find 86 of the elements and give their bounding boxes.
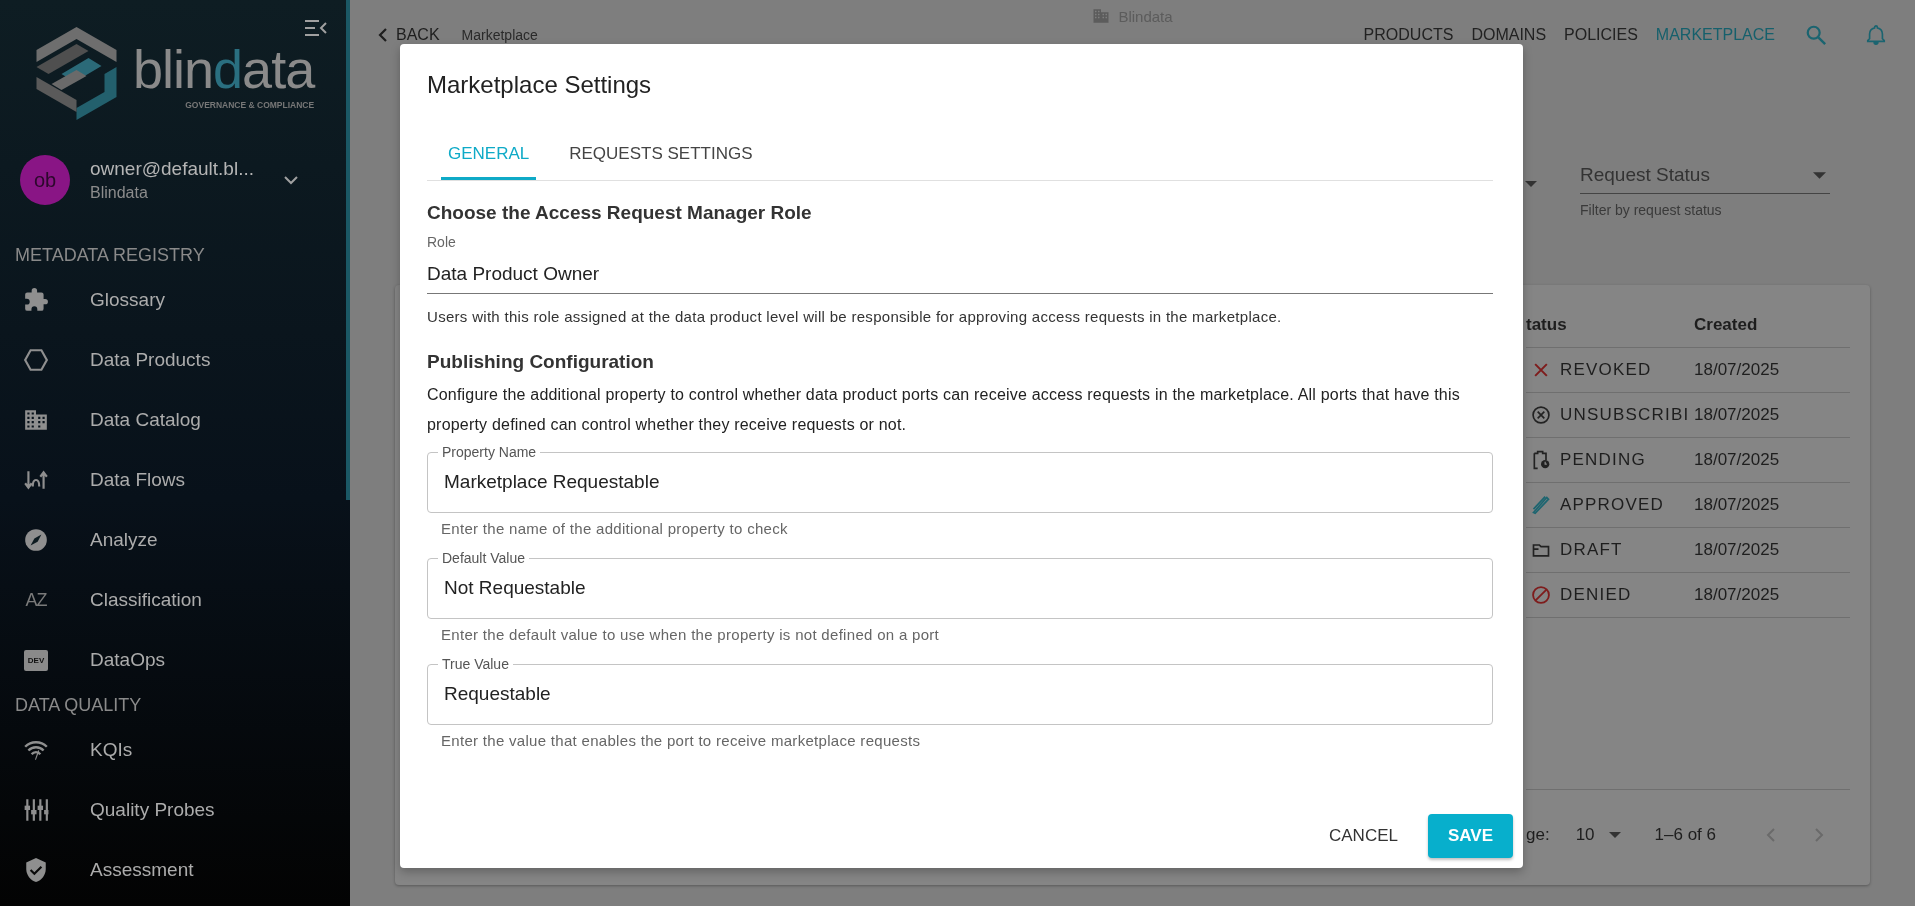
breadcrumb[interactable]: Marketplace	[461, 27, 538, 43]
column-header: tatus	[1526, 315, 1568, 335]
dropdown-arrow-icon	[1608, 832, 1621, 838]
section-heading: Choose the Access Request Manager Role	[427, 201, 813, 225]
next-page-icon[interactable]	[1814, 827, 1824, 843]
column-header: Created	[1694, 315, 1758, 335]
bell-icon[interactable]	[1865, 24, 1887, 46]
sidebar-item[interactable]: Data Catalog	[0, 390, 350, 450]
text-field[interactable]: Property Name Marketplace Requestable	[427, 444, 1493, 513]
field-value: Requestable	[444, 682, 552, 706]
field-value: Data Product Owner	[427, 262, 601, 286]
sidebar-item[interactable]: Assessment	[0, 840, 350, 900]
date-cell: 18/07/2025	[1694, 540, 1780, 560]
sidebar-item[interactable]: Glossary	[0, 270, 350, 330]
field-value: Marketplace Requestable	[444, 470, 661, 494]
sidebar-item[interactable]: KQIs	[0, 720, 350, 780]
description-text: Configure the additional property to control whether data product ports can receive access requests in the marketplace. All ports that have this property defined can control whether they receive requests or not.	[427, 385, 1461, 435]
field-label: Role	[427, 233, 457, 251]
sidebar-section-title: METADATA REGISTRY	[14, 244, 206, 267]
date-cell: 18/07/2025	[1694, 585, 1780, 605]
role-field[interactable]: Role Data Product Owner	[427, 233, 1493, 294]
status-text: DRAFT	[1560, 540, 1623, 560]
user-email: owner@default.bl...	[90, 158, 254, 180]
helper-text: Enter the name of the additional property to check	[441, 520, 789, 538]
dev-badge-icon: DEV	[23, 649, 49, 671]
field-label: Property Name	[441, 444, 538, 460]
date-cell: 18/07/2025	[1694, 450, 1780, 470]
status-text: UNSUBSCRIBI	[1560, 405, 1690, 425]
helper-text: Enter the default value to use when the property is not defined on a port	[441, 626, 941, 644]
sidebar-item[interactable]: DEV DataOps	[0, 630, 350, 690]
user-avatar: ob	[20, 155, 70, 205]
logo-wordmark: blindata	[133, 42, 315, 96]
date-cell: 18/07/2025	[1694, 405, 1780, 425]
nav-link[interactable]: POLICIES	[1564, 26, 1638, 44]
dropdown-arrow-icon	[1813, 171, 1826, 179]
back-button[interactable]: BACK	[378, 26, 440, 44]
sidebar-item[interactable]: AZ Classification	[0, 570, 350, 630]
status-text: DENIED	[1560, 585, 1632, 605]
sidebar-section-title: DATA QUALITY	[14, 694, 143, 717]
dropdown-arrow-icon[interactable]	[1525, 181, 1537, 187]
rows-per-page-label: ge:	[1526, 825, 1550, 845]
collapse-menu-icon[interactable]	[304, 18, 328, 38]
sidebar-item[interactable]: Quality Probes	[0, 780, 350, 840]
logo-tagline: GOVERNANCE & COMPLIANCE	[185, 100, 315, 110]
denied-status-icon	[1531, 585, 1551, 605]
approved-status-icon	[1531, 495, 1551, 515]
status-text: PENDING	[1560, 450, 1646, 470]
compass-icon	[23, 527, 49, 553]
date-cell: 18/07/2025	[1694, 495, 1780, 515]
sidebar-item[interactable]: Data Products	[0, 330, 350, 390]
dialog-title: Marketplace Settings	[427, 70, 653, 100]
status-text: REVOKED	[1560, 360, 1652, 380]
filter-helper-text: Filter by request status	[1580, 202, 1723, 218]
chevron-left-icon	[378, 27, 388, 43]
building-icon	[23, 407, 49, 433]
building-icon	[1092, 7, 1111, 25]
sidebar-item[interactable]: Analyze	[0, 510, 350, 570]
rows-per-page-select[interactable]: 10	[1575, 825, 1621, 845]
section-heading: Publishing Configuration	[427, 350, 655, 374]
text-field[interactable]: True Value Requestable	[427, 656, 1493, 725]
nav-link[interactable]: PRODUCTS	[1363, 26, 1454, 44]
sidebar-item[interactable]: Data Flows	[0, 450, 350, 510]
field-label: True Value	[441, 656, 510, 672]
nav-link[interactable]: DOMAINS	[1471, 26, 1547, 44]
field-label: Default Value	[441, 550, 526, 566]
tab[interactable]: REQUESTS SETTINGS	[536, 130, 786, 180]
status-text: APPROVED	[1560, 495, 1665, 515]
previous-page-icon[interactable]	[1766, 827, 1776, 843]
sliders-icon	[23, 797, 49, 823]
user-organization: Blindata	[90, 184, 149, 202]
cancel-button[interactable]: CANCEL	[1329, 826, 1398, 846]
puzzle-icon	[23, 287, 49, 313]
helper-text: Users with this role assigned at the data product level will be responsible for approving access requests in the marketplace.	[427, 308, 1283, 325]
helper-text: Enter the value that enables the port to receive marketplace requests	[441, 732, 922, 750]
shield-check-icon	[23, 857, 49, 883]
pending-status-icon	[1531, 450, 1551, 470]
chevron-down-icon	[284, 175, 298, 185]
page-range: 1–6 of 6	[1654, 825, 1716, 845]
user-menu[interactable]: ob owner@default.bl... Blindata	[0, 140, 350, 220]
hexagon-icon	[23, 347, 49, 373]
search-icon[interactable]	[1805, 24, 1827, 46]
sort-letters-icon: AZ	[25, 589, 47, 611]
field-value: Not Requestable	[444, 576, 587, 600]
date-cell: 18/07/2025	[1694, 360, 1780, 380]
unsubscribed-status-icon	[1531, 405, 1551, 425]
text-field[interactable]: Default Value Not Requestable	[427, 550, 1493, 619]
